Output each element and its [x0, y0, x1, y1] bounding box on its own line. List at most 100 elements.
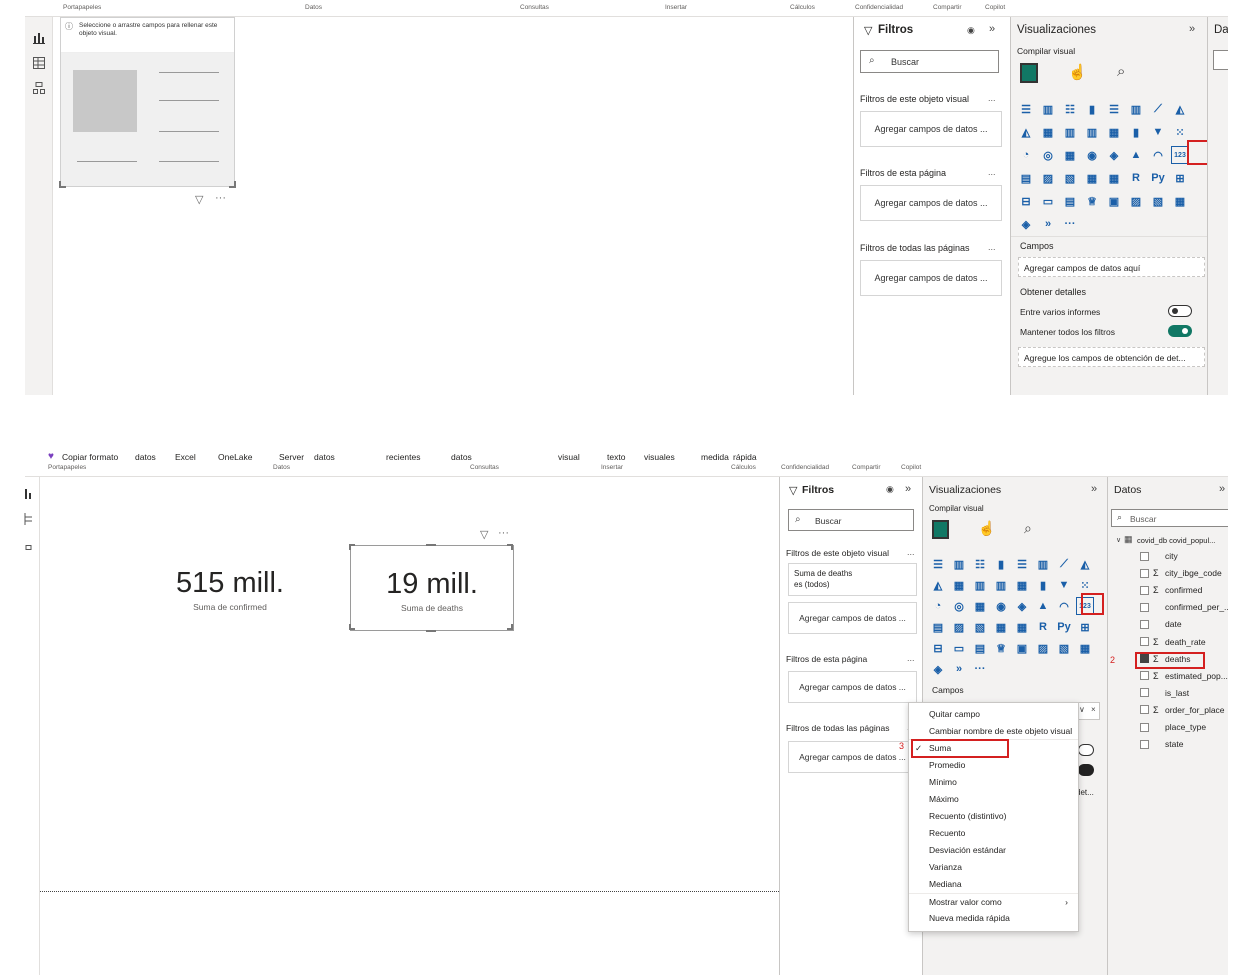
narrative-icon[interactable]: ▤ [971, 639, 989, 657]
column-icon[interactable]: ▮ [1127, 123, 1145, 141]
drill-drop-zone[interactable]: Agregue los campos de obtención de det..… [1018, 347, 1205, 367]
more-icon[interactable]: ... [988, 242, 996, 252]
model-view-icon[interactable] [18, 535, 36, 553]
field-row[interactable]: Σdeath_rate [1140, 637, 1206, 647]
field-row[interactable]: Σcity_ibge_code [1140, 568, 1222, 578]
ribbon-item[interactable]: Copiar formato [62, 452, 118, 462]
add-page-filter[interactable]: Agregar campos de datos ... [788, 671, 917, 703]
expand-icon[interactable]: » [1189, 23, 1195, 35]
table-icon[interactable]: ▦ [992, 618, 1010, 636]
line-column-icon[interactable]: ▥ [971, 576, 989, 594]
more-icon[interactable]: ... [907, 653, 915, 663]
filters-search-input[interactable]: ⌕ Buscar [788, 509, 914, 531]
more-visuals-icon[interactable]: ··· [971, 660, 989, 678]
line-clustered-icon[interactable]: ▥ [1083, 123, 1101, 141]
area-chart-icon[interactable]: ◭ [1076, 555, 1094, 573]
r-visual-icon[interactable]: R [1034, 618, 1052, 636]
kpi-icon[interactable]: ▨ [1039, 169, 1057, 187]
metrics-icon[interactable]: ♕ [1083, 192, 1101, 210]
power-apps-icon[interactable]: ▨ [1127, 192, 1145, 210]
table-name[interactable]: covid_db covid_popul... [1137, 536, 1215, 545]
field-row[interactable]: city [1140, 551, 1178, 561]
qa-icon[interactable]: ▭ [1039, 192, 1057, 210]
menu-item[interactable]: Recuento (distintivo) [909, 808, 1078, 825]
table-view-icon[interactable] [30, 54, 48, 72]
add-visual-filter[interactable]: Agregar campos de datos ... [788, 602, 917, 634]
menu-item[interactable]: Desviación estándar [909, 842, 1078, 859]
column-100-icon[interactable]: ▥ [1127, 100, 1145, 118]
field-checkbox[interactable] [1140, 568, 1149, 578]
field-checkbox[interactable] [1140, 551, 1149, 561]
stacked-area-icon[interactable]: ◭ [929, 576, 947, 594]
field-row[interactable]: Σorder_for_place [1140, 705, 1225, 715]
field-row[interactable]: place_type [1140, 722, 1206, 732]
add-all-filter[interactable]: Agregar campos de datos ... [788, 741, 917, 773]
treemap-icon[interactable]: ▦ [1061, 146, 1079, 164]
gauge-icon[interactable]: ◠ [1149, 146, 1167, 164]
cross-report-toggle[interactable] [1078, 744, 1094, 756]
paginated-report-icon[interactable]: ▣ [1013, 639, 1031, 657]
bar-100-icon[interactable]: ☰ [1013, 555, 1031, 573]
line-chart-icon[interactable]: ⟋ [1055, 555, 1073, 573]
field-row[interactable]: date [1140, 619, 1182, 629]
stacked-bar-icon[interactable]: ☰ [929, 555, 947, 573]
map-icon[interactable]: ◉ [992, 597, 1010, 615]
menu-item[interactable]: Varianza [909, 859, 1078, 876]
field-row[interactable]: is_last [1140, 688, 1189, 698]
ribbon-item[interactable]: rápida [733, 452, 757, 462]
build-visual-icon[interactable] [932, 520, 949, 539]
matrix-icon[interactable]: ▦ [1013, 618, 1031, 636]
add-visual-filter[interactable]: Agregar campos de datos ... [860, 111, 1002, 147]
deaths-filter-card[interactable]: Suma de deaths es (todos) [788, 563, 917, 596]
menu-item[interactable]: Máximo [909, 791, 1078, 808]
table-icon[interactable]: ▦ [1083, 169, 1101, 187]
field-checkbox[interactable] [1140, 688, 1149, 698]
menu-item[interactable]: Mostrar valor como › [909, 893, 1078, 910]
eye-icon[interactable]: ◉ [967, 25, 975, 36]
filters-search-input[interactable]: ⌕ Buscar [860, 50, 999, 73]
clustered-bar-icon[interactable]: ☷ [971, 555, 989, 573]
diamond-icon[interactable]: ◈ [929, 660, 947, 678]
stacked-area-icon[interactable]: ◭ [1017, 123, 1035, 141]
field-row[interactable]: state [1140, 739, 1183, 749]
more-options-icon[interactable]: ··· [498, 527, 509, 539]
ribbon-chart-icon[interactable]: ▦ [950, 576, 968, 594]
format-visual-icon[interactable]: ☝ [1068, 63, 1087, 81]
chevron-icon[interactable]: » [1039, 215, 1057, 233]
ribbon-item[interactable]: visual [558, 452, 580, 462]
field-checkbox[interactable] [1140, 585, 1149, 595]
custom-visual-icon[interactable]: ▦ [1076, 639, 1094, 657]
custom-visual-icon[interactable]: ▦ [1171, 192, 1189, 210]
close-icon[interactable]: × [1091, 705, 1096, 714]
ribbon-item[interactable]: texto [607, 452, 625, 462]
ribbon-item[interactable]: recientes [386, 452, 421, 462]
ribbon-item[interactable]: Excel [175, 452, 196, 462]
menu-item[interactable]: Mínimo [909, 774, 1078, 791]
ribbon-item[interactable]: Server [279, 452, 304, 462]
expand-icon[interactable]: » [1091, 483, 1097, 495]
paginated-report-icon[interactable]: ▣ [1105, 192, 1123, 210]
map-icon[interactable]: ◉ [1083, 146, 1101, 164]
more-icon[interactable]: ... [988, 167, 996, 177]
deaths-card[interactable]: 19 mill. Suma de deaths [349, 544, 514, 632]
more-icon[interactable]: ... [907, 547, 915, 557]
bar-100-icon[interactable]: ☰ [1105, 100, 1123, 118]
collapse-icon[interactable]: » [905, 483, 911, 495]
column-100-icon[interactable]: ▥ [1034, 555, 1052, 573]
multirow-card-icon[interactable]: ▤ [1017, 169, 1035, 187]
menu-item[interactable]: Quitar campo [909, 706, 1078, 723]
keep-filters-toggle[interactable] [1078, 764, 1094, 776]
chevron-down-icon[interactable]: ∨ [1116, 536, 1121, 544]
analytics-icon[interactable]: ⌕ [1117, 63, 1125, 80]
multirow-card-icon[interactable]: ▤ [929, 618, 947, 636]
add-page-filter[interactable]: Agregar campos de datos ... [860, 185, 1002, 221]
line-chart-icon[interactable]: ⟋ [1149, 100, 1167, 118]
ribbon-item[interactable]: medida [701, 452, 729, 462]
power-apps-icon[interactable]: ▨ [1034, 639, 1052, 657]
clustered-column-icon[interactable]: ▮ [1083, 100, 1101, 118]
key-influencers-icon[interactable]: ⊞ [1076, 618, 1094, 636]
scatter-icon[interactable]: ⁙ [1171, 123, 1189, 141]
kpi-icon[interactable]: ▨ [950, 618, 968, 636]
expand-icon[interactable]: » [1219, 483, 1225, 495]
python-visual-icon[interactable]: Py [1149, 169, 1167, 187]
